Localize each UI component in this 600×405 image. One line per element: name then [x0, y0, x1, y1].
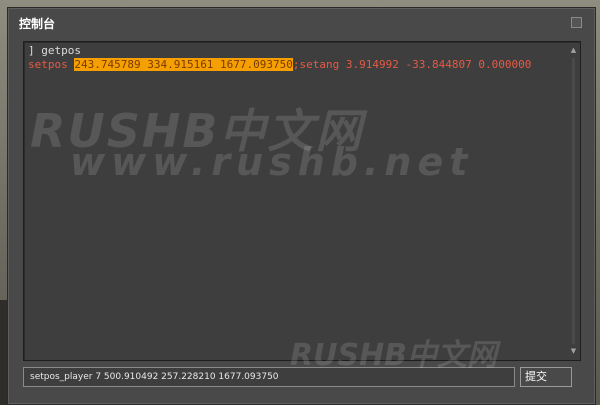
scroll-up-icon[interactable]: ▲	[569, 46, 578, 55]
submit-button[interactable]: 提交	[520, 367, 572, 387]
output-highlighted-position: 243.745789 334.915161 1677.093750	[74, 58, 293, 71]
console-input[interactable]	[23, 367, 515, 387]
scrollbar[interactable]: ▲ ▼	[569, 46, 578, 356]
scroll-track[interactable]	[572, 58, 575, 344]
console-window: 控制台 ] getpos setpos 243.745789 334.91516…	[8, 8, 595, 404]
scroll-down-icon[interactable]: ▼	[569, 347, 578, 356]
window-title: 控制台	[19, 17, 56, 31]
close-icon[interactable]	[571, 17, 582, 28]
console-command-line: ] getpos	[28, 44, 81, 57]
output-prefix: setpos	[28, 58, 75, 71]
title-bar[interactable]: 控制台	[9, 9, 594, 35]
output-suffix: ;setang 3.914992 -33.844807 0.000000	[292, 58, 532, 71]
console-output-line: setpos 243.745789 334.915161 1677.093750…	[28, 58, 562, 72]
console-output[interactable]: ] getpos setpos 243.745789 334.915161 16…	[23, 41, 581, 361]
